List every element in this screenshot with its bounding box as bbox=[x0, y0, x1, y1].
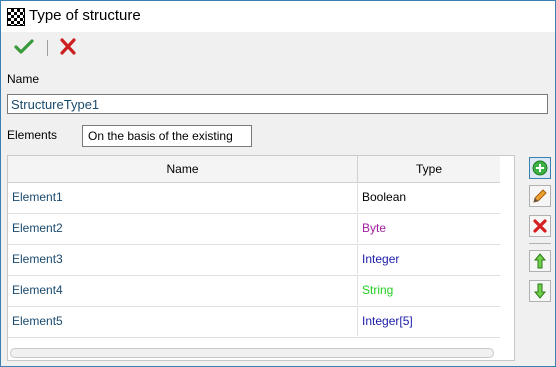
column-header-name[interactable]: Name bbox=[8, 156, 358, 182]
element-type: Boolean bbox=[362, 190, 407, 204]
table-row[interactable]: Element3 Integer bbox=[8, 244, 500, 276]
column-divider bbox=[357, 244, 358, 274]
cancel-button[interactable] bbox=[57, 36, 79, 58]
column-divider bbox=[357, 182, 358, 212]
column-header-type[interactable]: Type bbox=[358, 156, 500, 182]
add-element-button[interactable] bbox=[529, 157, 551, 179]
table-row[interactable]: Element1 Boolean bbox=[8, 182, 500, 214]
element-type: Byte bbox=[362, 221, 387, 235]
delete-x-icon bbox=[533, 219, 547, 233]
column-divider bbox=[357, 275, 358, 305]
element-type: Integer bbox=[362, 252, 400, 266]
window-title: Type of structure bbox=[29, 7, 141, 24]
element-type: Integer[5] bbox=[362, 314, 413, 328]
elements-mode-dropdown[interactable]: On the basis of the existing bbox=[82, 125, 252, 147]
element-type: String bbox=[362, 283, 394, 297]
arrow-up-icon bbox=[533, 253, 547, 269]
structure-type-dialog: Type of structure Name Elements On the b… bbox=[0, 0, 556, 367]
table-row[interactable]: Element5 Integer[5] bbox=[8, 306, 500, 338]
name-label: Name bbox=[7, 72, 40, 86]
column-divider bbox=[357, 306, 358, 336]
checkmark-icon bbox=[14, 39, 34, 54]
edit-element-button[interactable] bbox=[529, 185, 551, 207]
move-up-button[interactable] bbox=[529, 250, 551, 272]
elements-table: Name Type Element1 Boolean Element2 Byte… bbox=[7, 155, 515, 361]
delete-element-button[interactable] bbox=[529, 215, 551, 237]
element-name: Element5 bbox=[12, 314, 63, 328]
arrow-down-icon bbox=[533, 283, 547, 299]
add-circle-icon bbox=[532, 160, 548, 176]
element-name: Element1 bbox=[12, 190, 63, 204]
name-input[interactable] bbox=[7, 94, 548, 114]
grid-app-icon bbox=[7, 8, 25, 26]
toolbar bbox=[1, 33, 555, 63]
element-name: Element3 bbox=[12, 252, 63, 266]
ok-button[interactable] bbox=[13, 36, 35, 58]
toolbar-separator bbox=[47, 40, 48, 56]
table-row[interactable]: Element4 String bbox=[8, 275, 500, 307]
column-divider bbox=[357, 213, 358, 243]
element-name: Element4 bbox=[12, 283, 63, 297]
table-row[interactable]: Element2 Byte bbox=[8, 213, 500, 245]
close-icon bbox=[60, 38, 76, 55]
elements-label: Elements bbox=[7, 128, 58, 142]
title-bar[interactable]: Type of structure bbox=[1, 1, 555, 32]
side-toolbar-separator bbox=[529, 243, 551, 244]
move-down-button[interactable] bbox=[529, 280, 551, 302]
pencil-icon bbox=[533, 189, 547, 203]
table-header: Name Type bbox=[8, 156, 500, 183]
horizontal-scrollbar[interactable] bbox=[10, 348, 494, 358]
element-name: Element2 bbox=[12, 221, 63, 235]
